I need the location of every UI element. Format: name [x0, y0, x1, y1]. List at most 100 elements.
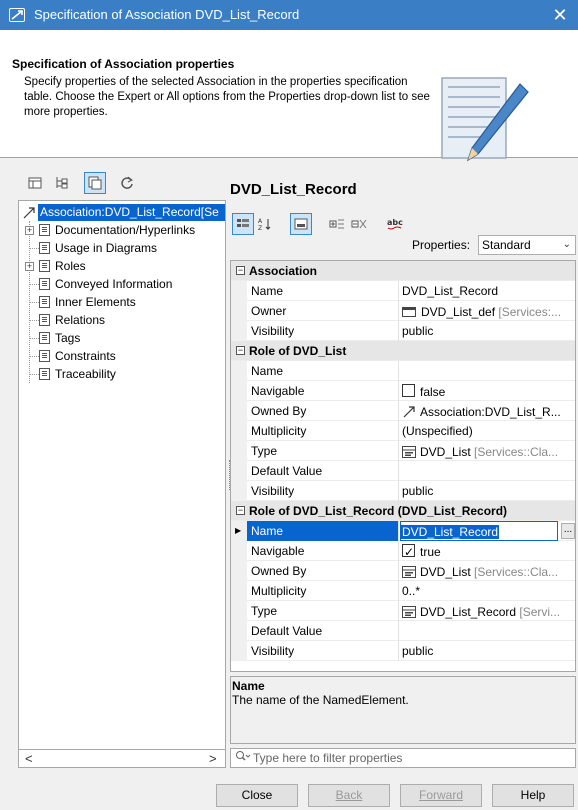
table-row[interactable]: Visibility public — [231, 321, 575, 341]
scroll-left-icon[interactable]: < — [25, 751, 33, 766]
table-row[interactable]: Owned By Association:DVD_List_R... — [231, 401, 575, 421]
filter-input[interactable]: Type here to filter properties — [230, 748, 576, 768]
property-name: Navigable — [247, 541, 399, 561]
spell-check-icon[interactable]: abc — [384, 213, 406, 235]
property-value[interactable]: DVD_List_Record [Servi... — [400, 601, 575, 621]
sort-alphabetical-icon[interactable]: AZ — [254, 213, 276, 235]
table-row-selected[interactable]: ▶ Name DVD_List_Record ... — [231, 521, 575, 541]
specification-tree[interactable]: Association:DVD_List_Record[Se + Documen… — [18, 200, 226, 750]
property-name: Multiplicity — [247, 421, 399, 441]
description-toggle-icon[interactable] — [290, 213, 312, 235]
svg-text:abc: abc — [387, 218, 403, 227]
table-row[interactable]: Type DVD_List_Record [Servi... — [231, 601, 575, 621]
tree-item-constraints[interactable]: Constraints — [19, 347, 225, 365]
tree-connector — [29, 338, 39, 339]
close-icon[interactable]: ✕ — [548, 4, 572, 26]
back-label: Back — [335, 788, 363, 802]
table-row[interactable]: Owned By DVD_List [Services::Cla... — [231, 561, 575, 581]
property-value[interactable]: Association:DVD_List_R... — [400, 401, 575, 421]
value-suffix: [Services:... — [495, 304, 562, 319]
table-row[interactable]: Default Value — [231, 621, 575, 641]
property-value[interactable] — [400, 621, 575, 641]
property-name: Visibility — [247, 481, 399, 501]
tree-item-tags[interactable]: Tags — [19, 329, 225, 347]
table-row[interactable]: Default Value — [231, 461, 575, 481]
table-row[interactable]: Navigable false — [231, 381, 575, 401]
forward-button[interactable]: Forward — [400, 784, 482, 807]
property-value[interactable]: DVD_List [Services::Cla... — [400, 441, 575, 461]
back-button[interactable]: Back — [308, 784, 390, 807]
collapse-icon[interactable]: − — [236, 266, 245, 276]
property-name: Name — [247, 521, 399, 541]
document-icon — [39, 278, 50, 290]
tree-icon[interactable] — [50, 172, 72, 194]
close-button[interactable]: Close — [216, 784, 298, 807]
expand-icon[interactable]: + — [25, 226, 34, 235]
property-value[interactable]: DVD_List [Services::Cla... — [400, 561, 575, 581]
property-name: Type — [247, 601, 399, 621]
tree-item-usage-in-diagrams[interactable]: Usage in Diagrams — [19, 239, 225, 257]
property-value[interactable]: DVD_List_def [Services:... — [400, 301, 575, 321]
row-gutter — [231, 281, 247, 301]
help-button[interactable]: Help — [492, 784, 574, 807]
tree-item-traceability[interactable]: Traceability — [19, 365, 225, 383]
tree-item-label: Tags — [55, 331, 81, 345]
document-icon — [39, 260, 50, 272]
expand-icon[interactable]: + — [25, 262, 34, 271]
row-gutter — [231, 541, 247, 561]
navigable-checkbox[interactable] — [402, 542, 415, 561]
property-value[interactable]: 0..* — [400, 581, 575, 601]
properties-grid[interactable]: − Association Name DVD_List_Record Owner … — [230, 260, 576, 672]
tree-item-conveyed-information[interactable]: Conveyed Information — [19, 275, 225, 293]
property-value[interactable] — [400, 461, 575, 481]
section-role-dvd-list[interactable]: − Role of DVD_List — [231, 341, 575, 361]
property-value[interactable]: (Unspecified) — [400, 421, 575, 441]
expand-all-icon[interactable] — [326, 213, 348, 235]
property-value[interactable]: false — [400, 381, 575, 401]
table-row[interactable]: Type DVD_List [Services::Cla... — [231, 441, 575, 461]
property-value[interactable]: public — [400, 641, 575, 661]
tree-connector — [29, 320, 39, 321]
tree-item-roles[interactable]: + Roles — [19, 257, 225, 275]
table-row[interactable]: Owner DVD_List_def [Services:... — [231, 301, 575, 321]
section-association[interactable]: − Association — [231, 261, 575, 281]
collapse-all-icon[interactable] — [348, 213, 370, 235]
properties-dropdown[interactable]: Standard ⌄ — [478, 235, 576, 255]
name-edit-field[interactable]: DVD_List_Record — [400, 521, 558, 541]
class-icon — [402, 445, 416, 458]
property-value[interactable] — [400, 361, 575, 381]
tree-item-label: Roles — [55, 259, 86, 273]
property-value[interactable]: public — [400, 481, 575, 501]
section-role-dvd-list-record[interactable]: − Role of DVD_List_Record (DVD_List_Recor… — [231, 501, 575, 521]
document-icon — [39, 224, 50, 236]
scroll-right-icon[interactable]: > — [209, 751, 217, 766]
table-row[interactable]: Multiplicity 0..* — [231, 581, 575, 601]
tree-root-item[interactable]: Association:DVD_List_Record[Se — [21, 204, 225, 222]
table-row[interactable]: Name DVD_List_Record — [231, 281, 575, 301]
tree-connector — [29, 248, 39, 249]
table-row[interactable]: Visibility public — [231, 641, 575, 661]
refresh-icon[interactable] — [116, 172, 138, 194]
navigable-checkbox[interactable] — [402, 384, 415, 398]
class-diagram-icon[interactable] — [24, 172, 46, 194]
table-row[interactable]: Navigable true — [231, 541, 575, 561]
chevron-down-icon: ⌄ — [562, 239, 571, 250]
table-row[interactable]: Name — [231, 361, 575, 381]
property-value[interactable]: true — [400, 541, 575, 561]
collapse-icon[interactable]: − — [236, 346, 245, 356]
tree-item-relations[interactable]: Relations — [19, 311, 225, 329]
copy-icon[interactable] — [84, 172, 106, 194]
property-value[interactable]: DVD_List_Record — [400, 281, 575, 301]
tree-horizontal-scrollbar[interactable]: < > — [18, 750, 226, 768]
app-icon — [9, 8, 25, 22]
tree-item-documentation[interactable]: + Documentation/Hyperlinks — [19, 221, 225, 239]
ellipsis-button[interactable]: ... — [561, 523, 575, 539]
categorized-view-icon[interactable] — [232, 213, 254, 235]
collapse-icon[interactable]: − — [236, 506, 245, 516]
table-row[interactable]: Multiplicity (Unspecified) — [231, 421, 575, 441]
document-pencil-icon — [438, 74, 530, 174]
tree-item-inner-elements[interactable]: Inner Elements — [19, 293, 225, 311]
table-row[interactable]: Visibility public — [231, 481, 575, 501]
property-value[interactable]: public — [400, 321, 575, 341]
value-text: DVD_List_Record — [401, 525, 500, 539]
